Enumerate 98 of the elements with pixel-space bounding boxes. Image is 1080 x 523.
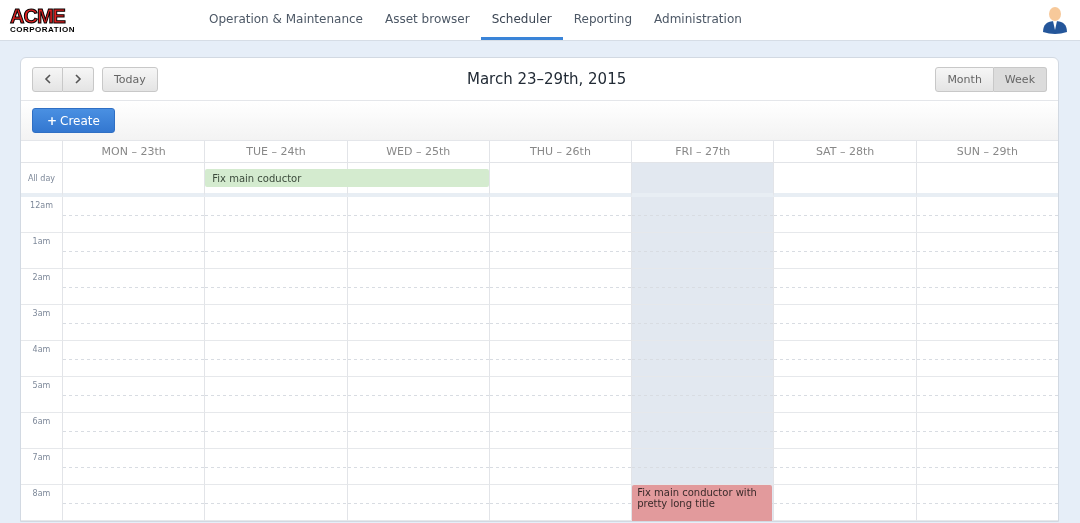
user-avatar-icon[interactable] [1042,6,1068,34]
time-slot[interactable] [204,341,347,377]
time-slot[interactable] [631,377,774,413]
time-slot[interactable] [488,341,632,377]
previous-button[interactable] [32,66,63,92]
time-slot[interactable] [915,269,1058,305]
time-slot[interactable] [204,449,347,485]
all-day-slot[interactable] [773,163,916,197]
time-slot[interactable] [204,413,347,449]
time-slot[interactable] [773,413,916,449]
time-slot[interactable] [915,377,1058,413]
time-slot[interactable] [488,233,632,269]
time-slot[interactable] [346,197,489,233]
hour-label: 4am [21,341,62,377]
nav-tab[interactable]: Operation & Maintenance [198,0,374,40]
date-range-title: March 23–29th, 2015 [465,70,628,88]
next-button[interactable] [63,66,94,92]
nav-tab[interactable]: Scheduler [480,0,563,40]
time-slot[interactable] [631,449,774,485]
time-slot[interactable] [488,269,632,305]
time-slot[interactable] [915,197,1058,233]
time-slot[interactable] [488,305,632,341]
time-slot[interactable] [62,197,205,233]
time-slot[interactable] [773,377,916,413]
chevron-right-icon [74,74,82,84]
hour-label: 1am [21,233,62,269]
time-slot[interactable] [915,449,1058,485]
hour-label: 7am [21,449,62,485]
time-slot[interactable] [62,485,205,521]
time-slot[interactable] [346,449,489,485]
time-slot[interactable] [204,197,347,233]
time-slot[interactable] [773,269,916,305]
time-slot[interactable] [631,413,774,449]
time-slot[interactable] [62,449,205,485]
all-day-slot[interactable]: Fix main coductor [204,163,347,197]
time-slot[interactable] [62,341,205,377]
time-slot[interactable] [204,305,347,341]
view-toggle[interactable]: Week [993,66,1047,92]
hour-label: 5am [21,377,62,413]
time-slot[interactable] [773,197,916,233]
time-slot[interactable] [346,413,489,449]
time-slot[interactable] [346,269,489,305]
time-slot[interactable] [62,377,205,413]
time-slot[interactable] [62,269,205,305]
time-slot[interactable] [346,305,489,341]
time-slot[interactable] [346,233,489,269]
time-slot[interactable] [915,485,1058,521]
time-slot[interactable] [62,233,205,269]
logo-subtitle: CORPORATION [10,26,75,34]
create-button[interactable]: + Create [32,108,115,133]
time-slot[interactable] [773,449,916,485]
all-day-slot[interactable] [915,163,1058,197]
time-slot[interactable] [62,413,205,449]
nav-tab[interactable]: Administration [643,0,753,40]
time-slot[interactable] [346,341,489,377]
time-slot[interactable] [631,305,774,341]
nav-tab[interactable]: Asset browser [374,0,481,40]
time-slot[interactable] [488,377,632,413]
time-slot[interactable] [488,449,632,485]
time-slot[interactable] [773,233,916,269]
all-day-slot[interactable] [631,163,774,197]
chevron-left-icon [43,74,52,84]
time-slot[interactable] [631,233,774,269]
logo-wordmark: ACME [10,6,65,26]
hour-label: 12am [21,197,62,233]
time-slot[interactable] [631,269,774,305]
hour-label: 6am [21,413,62,449]
all-day-slot[interactable] [62,163,205,197]
time-slot[interactable] [631,341,774,377]
hour-label: 3am [21,305,62,341]
time-slot[interactable] [488,485,632,521]
time-slot[interactable] [773,305,916,341]
all-day-slot[interactable] [488,163,632,197]
time-slot[interactable] [915,233,1058,269]
all-day-slot[interactable] [346,163,489,197]
view-toggle[interactable]: Month [935,66,994,92]
time-slot[interactable] [488,413,632,449]
today-button[interactable]: Today [102,66,158,92]
time-slot[interactable] [773,341,916,377]
all-day-event-continuation[interactable] [347,169,489,187]
time-slot[interactable] [488,197,632,233]
time-slot[interactable] [631,197,774,233]
time-slot[interactable] [915,305,1058,341]
calendar-event[interactable]: Fix main conductor with pretty long title [632,485,773,521]
time-slot[interactable] [204,269,347,305]
all-day-event[interactable]: Fix main coductor [205,169,348,187]
nav-tab[interactable]: Reporting [562,0,644,40]
hour-label: 8am [21,485,62,521]
time-slot[interactable] [915,413,1058,449]
time-slot[interactable] [204,233,347,269]
time-slot[interactable] [62,305,205,341]
time-slot[interactable] [915,341,1058,377]
time-slot[interactable] [346,377,489,413]
time-slot[interactable] [204,377,347,413]
hour-label: 2am [21,269,62,305]
time-slot[interactable] [773,485,916,521]
time-slot[interactable] [346,485,489,521]
time-slot[interactable] [204,485,347,521]
